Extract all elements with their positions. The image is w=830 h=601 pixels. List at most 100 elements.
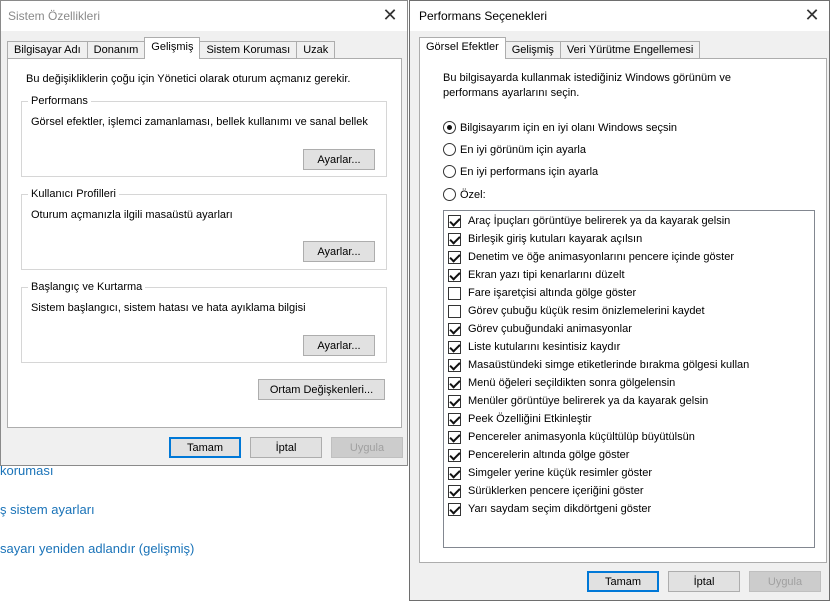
- effect-label: Sürüklerken pencere içeriğini göster: [468, 485, 644, 497]
- effect-label: Araç İpuçları görüntüye belirerek ya da …: [468, 215, 731, 227]
- cancel-button[interactable]: İptal: [250, 437, 322, 458]
- effect-item[interactable]: Fare işaretçisi altında gölge göster: [448, 284, 636, 302]
- checkbox[interactable]: [448, 394, 461, 408]
- effect-item[interactable]: Görev çubuğundaki animasyonlar: [448, 320, 632, 338]
- effect-item[interactable]: Simgeler yerine küçük resimler göster: [448, 464, 652, 482]
- performance-options-titlebar: Performans Seçenekleri ✕: [410, 1, 829, 31]
- group-description: Görsel efektler, işlemci zamanlaması, be…: [31, 116, 368, 128]
- performance-settings-button[interactable]: Ayarlar...: [303, 149, 375, 170]
- performance-options-tabs: Görsel Efektler Gelişmiş Veri Yürütme En…: [419, 37, 701, 59]
- effect-item[interactable]: Pencerelerin altında gölge göster: [448, 446, 629, 464]
- tab-advanced[interactable]: Gelişmiş: [504, 41, 561, 59]
- effect-label: Pencerelerin altında gölge göster: [468, 449, 630, 461]
- radio-custom[interactable]: Özel:: [443, 188, 486, 201]
- system-properties-titlebar: Sistem Özellikleri ✕: [1, 1, 407, 31]
- tab-remote[interactable]: Uzak: [296, 41, 336, 59]
- checkbox[interactable]: [448, 250, 461, 264]
- group-description: Sistem başlangıcı, sistem hatası ve hata…: [31, 302, 306, 314]
- radio-let-windows-choose[interactable]: Bilgisayarım için en iyi olanı Windows s…: [443, 121, 677, 134]
- checkbox[interactable]: [448, 502, 461, 516]
- effect-item[interactable]: Peek Özelliğini Etkinleştir: [448, 410, 592, 428]
- checkbox[interactable]: [448, 412, 461, 426]
- effect-item[interactable]: Denetim ve öğe animasyonlarını pencere i…: [448, 248, 734, 266]
- checkbox[interactable]: [448, 232, 461, 246]
- effect-item[interactable]: Birleşik giriş kutuları kayarak açılsın: [448, 230, 642, 248]
- checkbox[interactable]: [448, 358, 461, 372]
- group-title: Başlangıç ve Kurtarma: [28, 281, 146, 293]
- effect-label: Yarı saydam seçim dikdörtgeni göster: [468, 503, 652, 515]
- ok-button[interactable]: Tamam: [587, 571, 659, 592]
- user-profiles-settings-button[interactable]: Ayarlar...: [303, 241, 375, 262]
- effect-item[interactable]: Görev çubuğu küçük resim önizlemelerini …: [448, 302, 705, 320]
- checkbox[interactable]: [448, 448, 461, 462]
- radio-label: En iyi performans için ayarla: [460, 165, 599, 178]
- tab-advanced[interactable]: Gelişmiş: [144, 37, 201, 59]
- link-rename-computer[interactable]: sayarı yeniden adlandır (gelişmiş): [0, 541, 194, 556]
- apply-button: Uygula: [331, 437, 403, 458]
- control-panel-background: koruması ş sistem ayarları sayarı yenide…: [0, 455, 405, 601]
- radio-best-appearance[interactable]: En iyi görünüm için ayarla: [443, 143, 586, 156]
- tab-visual-effects[interactable]: Görsel Efektler: [419, 37, 506, 59]
- group-title: Performans: [28, 95, 91, 107]
- close-icon[interactable]: ✕: [381, 6, 399, 24]
- checkbox[interactable]: [448, 484, 461, 498]
- intro-line: Bu bilgisayarda kullanmak istediğiniz Wi…: [443, 72, 731, 84]
- effect-label: Denetim ve öğe animasyonlarını pencere i…: [468, 251, 734, 263]
- effect-item[interactable]: Pencereler animasyonla küçültülüp büyütü…: [448, 428, 695, 446]
- effect-label: Peek Özelliğini Etkinleştir: [468, 413, 592, 425]
- checkbox[interactable]: [448, 268, 461, 282]
- tab-system-protection[interactable]: Sistem Koruması: [199, 41, 298, 59]
- radio-label: Özel:: [460, 188, 486, 201]
- radio-button[interactable]: [443, 165, 456, 178]
- checkbox[interactable]: [448, 286, 461, 300]
- checkbox[interactable]: [448, 430, 461, 444]
- radio-button[interactable]: [443, 143, 456, 156]
- intro-line: performans ayarlarını seçin.: [443, 87, 580, 99]
- link-advanced-system-settings[interactable]: ş sistem ayarları: [0, 502, 95, 517]
- effect-item[interactable]: Menü öğeleri seçildikten sonra gölgelens…: [448, 374, 675, 392]
- radio-label: Bilgisayarım için en iyi olanı Windows s…: [460, 121, 678, 134]
- startup-recovery-settings-button[interactable]: Ayarlar...: [303, 335, 375, 356]
- tab-computer-name[interactable]: Bilgisayar Adı: [7, 41, 88, 59]
- radio-button[interactable]: [443, 121, 456, 134]
- effect-label: Pencereler animasyonla küçültülüp büyütü…: [468, 431, 695, 443]
- checkbox[interactable]: [448, 340, 461, 354]
- checkbox[interactable]: [448, 304, 461, 318]
- effect-item[interactable]: Menüler görüntüye belirerek ya da kayara…: [448, 392, 708, 410]
- effect-item[interactable]: Araç İpuçları görüntüye belirerek ya da …: [448, 212, 730, 230]
- checkbox[interactable]: [448, 466, 461, 480]
- visual-effects-list[interactable]: Araç İpuçları görüntüye belirerek ya da …: [443, 210, 815, 548]
- close-icon[interactable]: ✕: [803, 6, 821, 24]
- effect-label: Görev çubuğundaki animasyonlar: [468, 323, 632, 335]
- effect-item[interactable]: Masaüstündeki simge etiketlerinde bırakm…: [448, 356, 749, 374]
- radio-best-performance[interactable]: En iyi performans için ayarla: [443, 165, 598, 178]
- group-user-profiles: Kullanıcı Profilleri Oturum açmanızla il…: [21, 188, 387, 270]
- radio-button[interactable]: [443, 188, 456, 201]
- group-title: Kullanıcı Profilleri: [28, 188, 119, 200]
- effect-label: Liste kutularını kesintisiz kaydır: [468, 341, 621, 353]
- effect-label: Simgeler yerine küçük resimler göster: [468, 467, 653, 479]
- effect-item[interactable]: Sürüklerken pencere içeriğini göster: [448, 482, 643, 500]
- effect-label: Masaüstündeki simge etiketlerinde bırakm…: [468, 359, 750, 371]
- environment-variables-button[interactable]: Ortam Değişkenleri...: [258, 379, 385, 400]
- effect-label: Birleşik giriş kutuları kayarak açılsın: [468, 233, 643, 245]
- performance-options-window: Performans Seçenekleri ✕ Görsel Efektler…: [409, 0, 830, 601]
- group-description: Oturum açmanızla ilgili masaüstü ayarlar…: [31, 209, 233, 221]
- checkbox[interactable]: [448, 214, 461, 228]
- tab-data-execution-prevention[interactable]: Veri Yürütme Engellemesi: [559, 41, 701, 59]
- tab-hardware[interactable]: Donanım: [86, 41, 146, 59]
- checkbox[interactable]: [448, 322, 461, 336]
- admin-note: Bu değişikliklerin çoğu için Yönetici ol…: [26, 73, 351, 85]
- apply-button: Uygula: [749, 571, 821, 592]
- effect-label: Menüler görüntüye belirerek ya da kayara…: [468, 395, 709, 407]
- visual-effects-panel: Bu bilgisayarda kullanmak istediğiniz Wi…: [419, 58, 827, 563]
- effect-item[interactable]: Liste kutularını kesintisiz kaydır: [448, 338, 620, 356]
- system-properties-tabs: Bilgisayar Adı Donanım Gelişmiş Sistem K…: [7, 37, 336, 59]
- effect-label: Ekran yazı tipi kenarlarını düzelt: [468, 269, 625, 281]
- checkbox[interactable]: [448, 376, 461, 390]
- effect-item[interactable]: Ekran yazı tipi kenarlarını düzelt: [448, 266, 625, 284]
- effect-item[interactable]: Yarı saydam seçim dikdörtgeni göster: [448, 500, 651, 518]
- cancel-button[interactable]: İptal: [668, 571, 740, 592]
- ok-button[interactable]: Tamam: [169, 437, 241, 458]
- effect-label: Fare işaretçisi altında gölge göster: [468, 287, 637, 299]
